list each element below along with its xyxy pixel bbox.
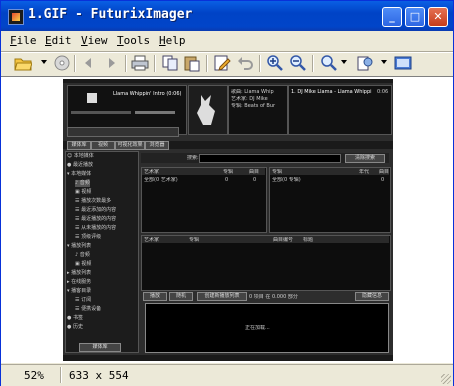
printer-icon xyxy=(131,55,149,71)
toolbar-separator xyxy=(312,55,314,72)
tools-button[interactable] xyxy=(356,54,374,72)
forward-icon xyxy=(109,58,115,68)
back-button[interactable] xyxy=(80,54,98,72)
tab-visualization[interactable]: 可视化效果 xyxy=(115,141,145,150)
menu-tools[interactable]: Tools xyxy=(117,34,150,47)
maximize-icon: □ xyxy=(409,10,421,23)
toolbar-separator xyxy=(206,55,208,72)
zoom-in-icon xyxy=(267,55,283,71)
resize-grip[interactable] xyxy=(441,374,451,384)
disc-icon xyxy=(54,55,70,71)
undo-button[interactable] xyxy=(236,54,254,72)
zoom-out-button[interactable] xyxy=(289,54,307,72)
clear-search-button[interactable]: 清除搜索 xyxy=(345,154,385,163)
image-dimensions: 633 x 554 xyxy=(69,369,129,382)
undo-icon xyxy=(238,57,253,70)
minimize-icon: _ xyxy=(389,10,395,23)
tools-icon xyxy=(357,56,373,71)
minimize-button[interactable]: _ xyxy=(382,7,402,27)
copy-icon xyxy=(162,55,178,71)
zoom-menu-button[interactable] xyxy=(320,54,338,72)
toolbar-separator xyxy=(125,55,127,72)
magnifier-icon xyxy=(321,55,337,71)
menu-edit[interactable]: Edit xyxy=(45,34,72,47)
hide-info-button[interactable]: 隐藏信息 xyxy=(355,292,389,301)
tab-video[interactable]: 视频 xyxy=(91,141,115,150)
copy-button[interactable] xyxy=(161,54,179,72)
menu-view[interactable]: View xyxy=(81,34,108,47)
player-title: Llama Whippin' Intro (0:06) xyxy=(113,91,182,97)
back-icon xyxy=(85,58,91,68)
maximize-button[interactable]: □ xyxy=(405,7,425,27)
zoom-in-button[interactable] xyxy=(266,54,284,72)
status-bar: 52% 633 x 554 xyxy=(1,364,453,386)
fullscreen-icon xyxy=(394,56,412,70)
menu-file[interactable]: File xyxy=(10,34,37,47)
image-canvas[interactable]: Llama Whippin' Intro (0:06) 歌曲: Llama Wh… xyxy=(1,76,453,363)
llama-logo xyxy=(197,95,215,125)
print-button[interactable] xyxy=(131,54,149,72)
forward-button[interactable] xyxy=(102,54,120,72)
library-button[interactable]: 媒体库 xyxy=(79,343,121,352)
open-dropdown-arrow[interactable] xyxy=(41,60,47,64)
close-icon: ✕ xyxy=(433,10,443,23)
folder-icon xyxy=(14,58,33,71)
app-icon xyxy=(8,9,24,25)
tools-dropdown-arrow[interactable] xyxy=(381,60,387,64)
toolbar-separator xyxy=(259,55,261,72)
search-input[interactable] xyxy=(199,154,341,163)
shuffle-button[interactable]: 随机 xyxy=(169,292,193,301)
toolbar xyxy=(1,53,453,75)
edit-button[interactable] xyxy=(213,54,231,72)
title-bar[interactable]: 1.GIF - FuturixImager _ □ ✕ xyxy=(1,1,453,31)
zoom-level: 52% xyxy=(24,369,44,382)
tab-library[interactable]: 媒体库 xyxy=(67,141,91,150)
app-window: 1.GIF - FuturixImager _ □ ✕ File Edit Vi… xyxy=(0,0,454,386)
status-separator xyxy=(60,367,62,383)
toolbar-separator xyxy=(154,55,156,72)
toolbar-separator xyxy=(74,55,76,72)
zoom-dropdown-arrow[interactable] xyxy=(341,60,347,64)
zoom-out-icon xyxy=(290,55,306,71)
tab-browser[interactable]: 浏览器 xyxy=(145,141,169,150)
window-title: 1.GIF - FuturixImager xyxy=(28,7,193,22)
create-playlist-button[interactable]: 创建新播放列表 xyxy=(197,292,247,301)
menu-bar: File Edit View Tools Help xyxy=(1,31,453,51)
fullscreen-button[interactable] xyxy=(394,54,412,72)
play-button[interactable]: 播放 xyxy=(143,292,167,301)
cd-button[interactable] xyxy=(53,54,71,72)
displayed-image: Llama Whippin' Intro (0:06) 歌曲: Llama Wh… xyxy=(63,79,393,361)
edit-pencil-icon xyxy=(214,55,231,71)
menu-help[interactable]: Help xyxy=(159,34,186,47)
paste-button[interactable] xyxy=(183,54,201,72)
open-folder-button[interactable] xyxy=(14,54,33,72)
paste-icon xyxy=(184,56,200,72)
loading-text: 正在加载... xyxy=(245,325,270,331)
close-button[interactable]: ✕ xyxy=(428,7,448,27)
